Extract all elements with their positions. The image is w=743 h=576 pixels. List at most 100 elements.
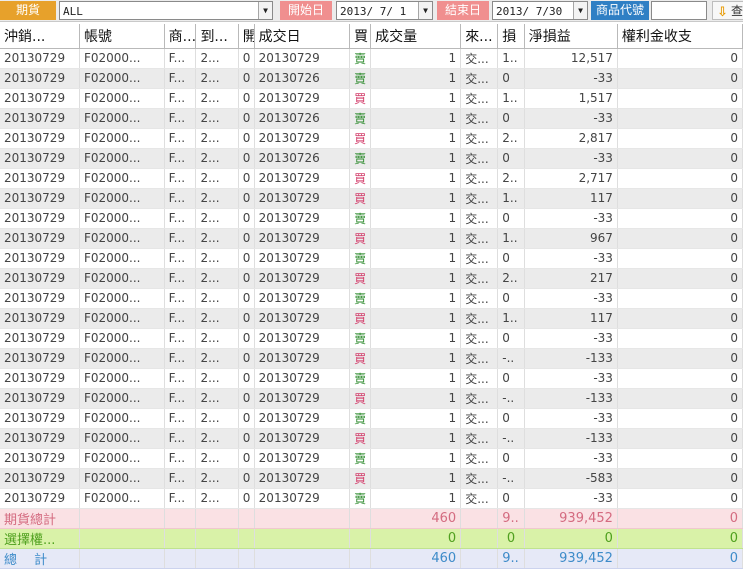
table-row[interactable]: 20130729 F02000... F... 2... 0 20130729 賣 1 交...… (0, 328, 743, 349)
cell-volume: 1 (370, 328, 462, 349)
summary-net: 0 (524, 528, 618, 549)
cell-volume: 1 (370, 228, 462, 249)
column-header[interactable]: 權利金收支 (617, 24, 743, 49)
table-row[interactable]: 20130729 F02000... F... 2... 0 20130729 賣 1 交...… (0, 208, 743, 229)
query-button[interactable]: ⇩ 查 (712, 1, 743, 20)
cell-trade-date: 20130729 (254, 208, 350, 229)
end-date-picker[interactable]: 2013/ 7/30 ▼ (492, 1, 588, 20)
futures-label[interactable]: 期貨 (0, 1, 56, 20)
chevron-down-icon[interactable]: ▼ (418, 2, 432, 19)
cell-net-profit: -33 (524, 108, 618, 129)
cell-premium: 0 (617, 168, 743, 189)
cell-product: F... (164, 188, 197, 209)
chevron-down-icon[interactable]: ▼ (258, 2, 272, 19)
cell-source: 交... (460, 148, 499, 169)
cell-account-no: F02000... (79, 248, 165, 269)
table-row[interactable]: 20130729 F02000... F... 2... 0 20130729 賣 1 交...… (0, 408, 743, 429)
cell-side: 買 (349, 308, 372, 329)
product-code-input[interactable] (651, 1, 707, 20)
cell-loss: 0 (497, 408, 525, 429)
cell-loss: 0 (497, 108, 525, 129)
cell-premium: 0 (617, 468, 743, 489)
column-header[interactable]: 到... (195, 24, 239, 49)
cell-maturity: 2... (195, 388, 239, 409)
table-row[interactable]: 20130729 F02000... F... 2... 0 20130729 賣 1 交...… (0, 288, 743, 309)
cell-net-profit: -33 (524, 448, 618, 469)
cell-offset-date: 20130729 (0, 448, 80, 469)
table-row[interactable]: 20130729 F02000... F... 2... 0 20130729 買 1 交...… (0, 228, 743, 249)
table-row[interactable]: 20130729 F02000... F... 2... 0 20130729 賣 1 交...… (0, 448, 743, 469)
cell-maturity: 2... (195, 208, 239, 229)
cell-side: 賣 (349, 248, 372, 269)
cell-loss: 2.. (497, 168, 525, 189)
cell-maturity: 2... (195, 68, 239, 89)
cell-side: 賣 (349, 48, 372, 69)
cell-volume: 1 (370, 108, 462, 129)
cell-maturity: 2... (195, 408, 239, 429)
table-row[interactable]: 20130729 F02000... F... 2... 0 20130729 賣 1 交...… (0, 488, 743, 509)
cell-net-profit: 2,817 (524, 128, 618, 149)
column-header[interactable]: 沖銷... (0, 24, 80, 49)
table-row[interactable]: 20130729 F02000... F... 2... 0 20130726 賣 1 交...… (0, 108, 743, 129)
table-row[interactable]: 20130729 F02000... F... 2... 0 20130729 買 1 交...… (0, 188, 743, 209)
account-select[interactable]: ALL ▼ (59, 1, 273, 20)
column-header[interactable]: 成交量 (370, 24, 462, 49)
table-row[interactable]: 20130729 F02000... F... 2... 0 20130729 買 1 交...… (0, 428, 743, 449)
cell-volume: 1 (370, 188, 462, 209)
cell-offset-date: 20130729 (0, 88, 80, 109)
table-row[interactable]: 20130729 F02000... F... 2... 0 20130729 買 1 交...… (0, 128, 743, 149)
cell-trade-date: 20130729 (254, 168, 350, 189)
cell-premium: 0 (617, 68, 743, 89)
table-row[interactable]: 20130729 F02000... F... 2... 0 20130729 買 1 交...… (0, 468, 743, 489)
cell-side: 賣 (349, 368, 372, 389)
chevron-down-icon[interactable]: ▼ (573, 2, 587, 19)
summary-net: 939,452 (524, 548, 618, 569)
table-row[interactable]: 20130729 F02000... F... 2... 0 20130729 買 1 交...… (0, 268, 743, 289)
table-row[interactable]: 20130729 F02000... F... 2... 0 20130729 買 1 交...… (0, 168, 743, 189)
cell-net-profit: 12,517 (524, 48, 618, 69)
cell-side: 買 (349, 228, 372, 249)
column-header[interactable]: 帳號 (79, 24, 165, 49)
cell-premium: 0 (617, 88, 743, 109)
column-header[interactable]: 損 (497, 24, 525, 49)
column-header[interactable]: 開 (238, 24, 255, 49)
start-date-picker[interactable]: 2013/ 7/ 1 ▼ (336, 1, 433, 20)
cell-volume: 1 (370, 48, 462, 69)
cell-product: F... (164, 88, 197, 109)
table-row[interactable]: 20130729 F02000... F... 2... 0 20130726 賣 1 交...… (0, 148, 743, 169)
table-row[interactable]: 20130729 F02000... F... 2... 0 20130729 買 1 交...… (0, 388, 743, 409)
table-row[interactable]: 20130729 F02000... F... 2... 0 20130729 買 1 交...… (0, 348, 743, 369)
cell-offset-date: 20130729 (0, 408, 80, 429)
cell-premium: 0 (617, 288, 743, 309)
cell-offset-date: 20130729 (0, 48, 80, 69)
column-header[interactable]: 商... (164, 24, 197, 49)
cell-trade-date: 20130726 (254, 148, 350, 169)
cell-product: F... (164, 168, 197, 189)
cell-open-flag: 0 (238, 248, 255, 269)
cell-offset-date: 20130729 (0, 388, 80, 409)
cell-offset-date: 20130729 (0, 428, 80, 449)
cell-open-flag: 0 (238, 228, 255, 249)
table-row[interactable]: 20130729 F02000... F... 2... 0 20130729 賣 1 交...… (0, 48, 743, 69)
cell-trade-date: 20130729 (254, 328, 350, 349)
cell-loss: 1.. (497, 228, 525, 249)
cell-loss: -.. (497, 348, 525, 369)
table-row[interactable]: 20130729 F02000... F... 2... 0 20130729 買 1 交...… (0, 308, 743, 329)
table-row[interactable]: 20130729 F02000... F... 2... 0 20130729 買 1 交...… (0, 88, 743, 109)
cell-trade-date: 20130729 (254, 268, 350, 289)
table-row[interactable]: 20130729 F02000... F... 2... 0 20130729 賣 1 交...… (0, 368, 743, 389)
cell-trade-date: 20130726 (254, 68, 350, 89)
cell-net-profit: -33 (524, 208, 618, 229)
column-header[interactable]: 買 (349, 24, 372, 49)
column-header[interactable]: 來... (460, 24, 499, 49)
cell-account-no: F02000... (79, 108, 165, 129)
cell-loss: 0 (497, 488, 525, 509)
column-header[interactable]: 淨損益 (524, 24, 618, 49)
table-row[interactable]: 20130729 F02000... F... 2... 0 20130729 賣 1 交...… (0, 248, 743, 269)
cell-volume: 1 (370, 348, 462, 369)
cell-account-no: F02000... (79, 368, 165, 389)
cell-account-no: F02000... (79, 488, 165, 509)
cell-account-no: F02000... (79, 268, 165, 289)
column-header[interactable]: 成交日 (254, 24, 350, 49)
table-row[interactable]: 20130729 F02000... F... 2... 0 20130726 賣 1 交...… (0, 68, 743, 89)
